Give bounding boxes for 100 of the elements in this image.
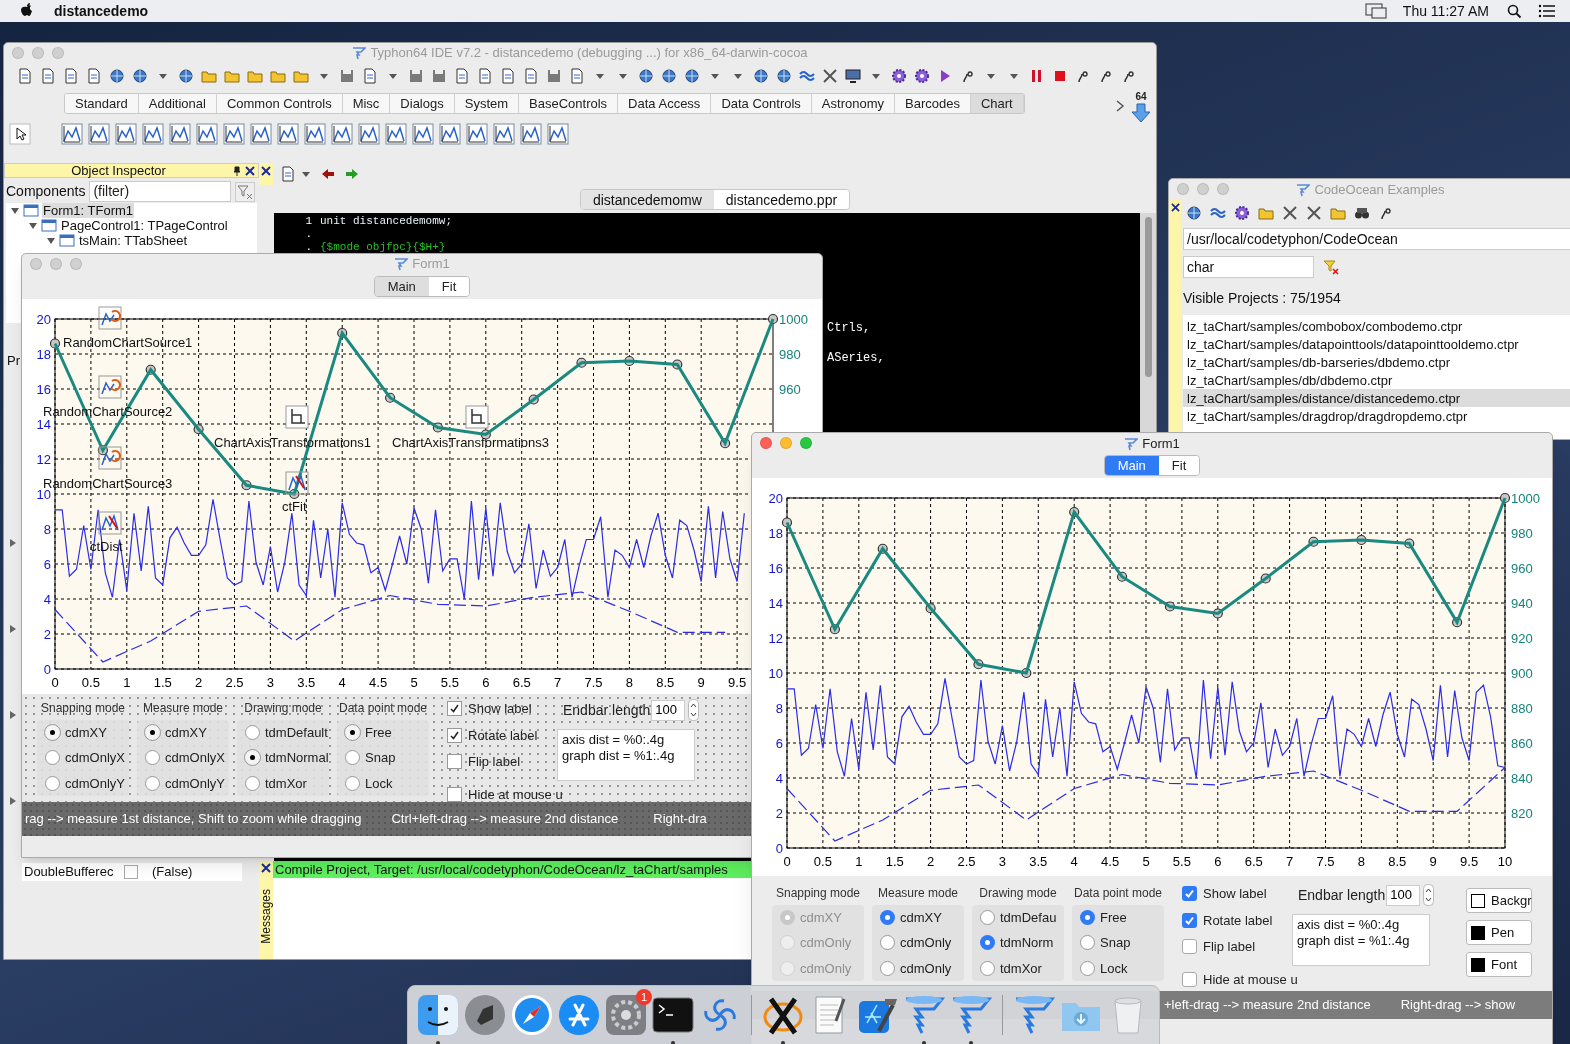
axis-label: 7 — [1286, 854, 1294, 869]
axis-label: 4 — [775, 771, 783, 786]
field-label: Endbar length — [563, 700, 651, 720]
window-title: Typhon64 IDE v7.2 - distancedemo (debugging ...) for x86_64-darwin-cocoa — [370, 44, 808, 63]
status-text: Ctrl+left-drag --> measure 2nd distance — [391, 810, 619, 829]
group-label: Data point mode — [1073, 885, 1163, 902]
axis-label: 8 — [625, 675, 633, 690]
component-label: RandomChartSource1 — [63, 335, 193, 350]
component-label: ctFit — [282, 499, 307, 514]
axis-label: 5 — [410, 675, 418, 690]
axis-label: 920 — [1511, 631, 1533, 646]
status-text: +left-drag --> measure 2nd distance — [1164, 996, 1371, 1015]
code-line: {$mode objfpc}{$H+} — [320, 240, 446, 253]
panel-title: Messages — [258, 889, 274, 944]
axis-label: 0.5 — [81, 675, 100, 690]
axis-label: 20 — [36, 312, 51, 327]
axis-label: 8.5 — [656, 675, 675, 690]
axis-label: 6 — [775, 736, 783, 751]
axis-label: 0 — [775, 841, 783, 856]
status-text: Right-drag --> show — [1400, 996, 1516, 1015]
badge-text: 64 — [1135, 91, 1147, 103]
code-line: unit distancedemomw; — [320, 214, 453, 227]
axis-label: 1.5 — [153, 675, 172, 690]
axis-label: 980 — [1511, 526, 1533, 541]
group-label: Data point mode — [338, 700, 428, 717]
field-label: Endbar length — [1298, 885, 1386, 905]
code-line: Ctrls, — [827, 320, 871, 337]
group-label: Drawing mode — [244, 700, 322, 717]
axis-label: 820 — [1511, 806, 1533, 821]
line-number: 1 — [304, 214, 313, 227]
axis-label: 2.5 — [225, 675, 244, 690]
axis-label: 960 — [1511, 561, 1533, 576]
axis-label: 14 — [36, 417, 51, 432]
panel-title: Object Inspector — [70, 161, 167, 180]
axis-label: 1 — [123, 675, 131, 690]
notification-badge: 1 — [636, 989, 652, 1005]
field-label: Components — [6, 182, 86, 201]
line-number: . — [304, 227, 313, 240]
axis-label: 7.5 — [584, 675, 603, 690]
axis-label: 8.5 — [1388, 854, 1407, 869]
axis-label: 0 — [51, 675, 59, 690]
axis-label: 5.5 — [1172, 854, 1191, 869]
axis-label: 2 — [195, 675, 203, 690]
axis-label: 12 — [768, 631, 783, 646]
axis-label: 960 — [779, 382, 801, 397]
axis-label: 9 — [697, 675, 705, 690]
axis-label: 980 — [779, 347, 801, 362]
axis-label: 12 — [36, 452, 51, 467]
axis-label: 940 — [1511, 596, 1533, 611]
property-name: DoubleBufferec — [23, 863, 115, 882]
axis-label: 9.5 — [1460, 854, 1479, 869]
axis-label: 7.5 — [1316, 854, 1335, 869]
axis-label: 6 — [482, 675, 490, 690]
axis-label: 5.5 — [440, 675, 459, 690]
axis-label: 4.5 — [369, 675, 388, 690]
axis-label: 4 — [338, 675, 346, 690]
axis-label: 3 — [266, 675, 274, 690]
axis-label: 10 — [1497, 854, 1513, 869]
axis-label: 8 — [1357, 854, 1365, 869]
status-text: Right-dra — [653, 810, 707, 829]
axis-label: 6 — [1214, 854, 1222, 869]
axis-label: 18 — [36, 347, 51, 362]
count-label: Visible Projects : 75/1954 — [1183, 289, 1342, 308]
axis-label: 7 — [554, 675, 562, 690]
axis-label: 16 — [768, 561, 783, 576]
axis-label: 6 — [43, 557, 51, 572]
axis-label: 18 — [768, 526, 783, 541]
axis-label: 2 — [43, 627, 51, 642]
axis-label: 4 — [43, 592, 51, 607]
group-label: Snapping mode — [775, 885, 861, 902]
group-label: Snapping mode — [40, 700, 126, 717]
axis-label: 9 — [1429, 854, 1437, 869]
axis-label: 840 — [1511, 771, 1533, 786]
property-value: (False) — [152, 863, 193, 882]
window-title: Form1 — [1142, 434, 1180, 453]
group-label: Measure mode — [877, 885, 958, 902]
axis-label: 6.5 — [1244, 854, 1263, 869]
axis-label: 3.5 — [297, 675, 316, 690]
window-title: CodeOcean Examples — [1314, 180, 1445, 199]
axis-label: 8 — [43, 522, 51, 537]
axis-label: 16 — [36, 382, 51, 397]
axis-label: 6.5 — [512, 675, 531, 690]
axis-label: 2 — [775, 806, 783, 821]
component-label: ChartAxisTransformations3 — [392, 435, 549, 450]
axis-label: 10 — [768, 666, 783, 681]
axis-label: 8 — [775, 701, 783, 716]
axis-label: 9.5 — [728, 675, 747, 690]
axis-label: 0 — [43, 662, 51, 677]
group-label: Drawing mode — [979, 885, 1057, 902]
axis-label: 20 — [768, 491, 783, 506]
window-title: Form1 — [412, 255, 450, 274]
status-text: rag --> measure 1st distance, Shift to zoom while dragging — [25, 810, 362, 829]
axis-label: 1000 — [779, 312, 808, 327]
code-line: ASeries, — [827, 350, 885, 367]
line-number: . — [304, 240, 313, 253]
axis-label: 860 — [1511, 736, 1533, 751]
axis-label: 1000 — [1511, 491, 1540, 506]
axis-label: 880 — [1511, 701, 1533, 716]
axis-label: 14 — [768, 596, 783, 611]
group-label: Measure mode — [142, 700, 223, 717]
